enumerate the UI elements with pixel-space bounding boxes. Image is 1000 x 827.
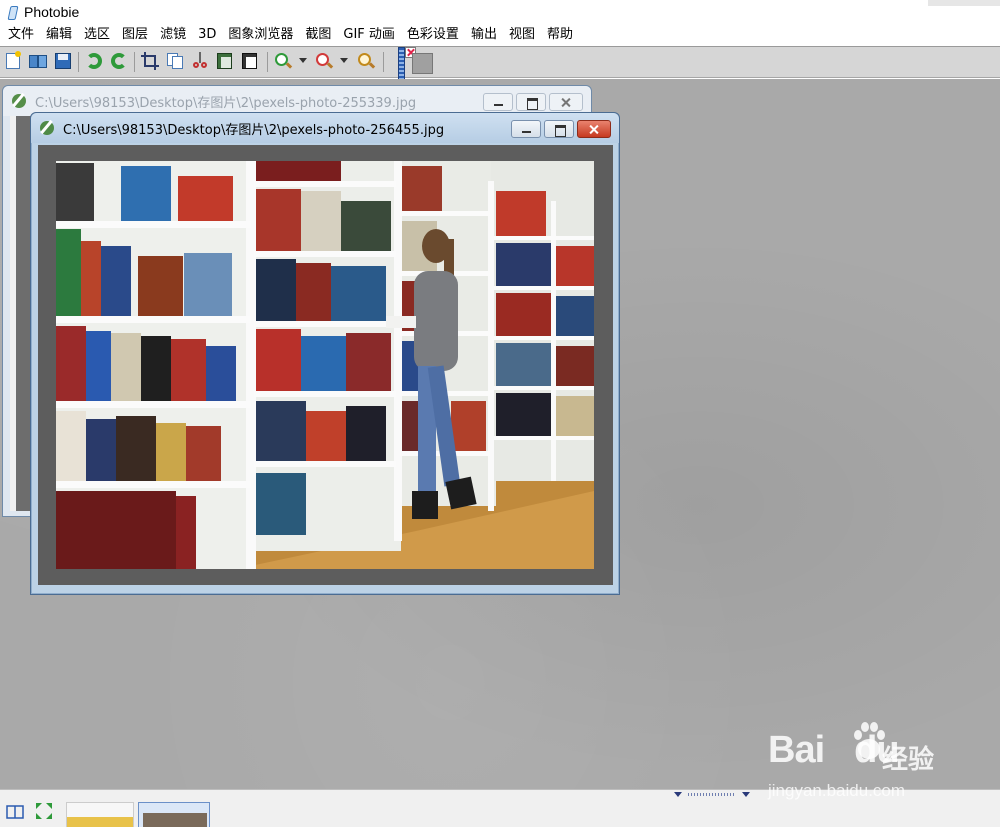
minimize-button[interactable] [511, 120, 541, 138]
menu-output[interactable]: 输出 [465, 24, 503, 46]
minimize-button[interactable] [483, 93, 513, 111]
close-button[interactable] [549, 93, 583, 111]
panel-layout-icon[interactable] [4, 800, 26, 822]
menu-layer[interactable]: 图层 [116, 24, 154, 46]
menu-file[interactable]: 文件 [2, 24, 40, 46]
library-photo-image [56, 161, 594, 569]
photobie-app: Photobie 文件 编辑 选区 图层 滤镜 3D 图象浏览器 截图 GIF … [0, 0, 1000, 827]
menu-screenshot[interactable]: 截图 [299, 24, 337, 46]
menu-help[interactable]: 帮助 [541, 24, 579, 46]
panel-layout-glyph [6, 805, 24, 819]
photobie-logo-icon [6, 5, 18, 19]
paste-icon[interactable] [215, 51, 235, 71]
image-document-icon [11, 92, 29, 110]
menu-selection[interactable]: 选区 [78, 24, 116, 46]
menu-filter[interactable]: 滤镜 [154, 24, 192, 46]
redo-icon[interactable] [109, 51, 129, 71]
paste-new-icon[interactable] [240, 51, 260, 71]
image-window-front[interactable]: C:\Users\98153\Desktop\存图片\2\pexels-phot… [30, 112, 620, 595]
library-photo [56, 161, 594, 569]
maximize-button[interactable] [516, 93, 546, 111]
menu-image-browser[interactable]: 图象浏览器 [222, 24, 299, 46]
splitter-right-arrow-icon [742, 792, 750, 797]
thumbnail-preview [143, 813, 207, 827]
zoom-in-dropdown-icon[interactable] [299, 58, 307, 63]
zoom-out-icon[interactable] [314, 51, 334, 71]
app-title-bar: Photobie [0, 0, 1000, 24]
app-title: Photobie [24, 4, 80, 20]
splitter-left-arrow-icon [674, 792, 682, 797]
splitter-grip [688, 793, 736, 796]
toolbar [0, 46, 1000, 78]
thumbnail-image-2[interactable] [138, 802, 210, 827]
window-title: C:\Users\98153\Desktop\存图片\2\pexels-phot… [35, 95, 417, 111]
close-button[interactable] [577, 120, 611, 138]
image-document-icon [39, 119, 57, 137]
thumbnail-panel [0, 789, 1000, 827]
expand-arrows-icon[interactable] [33, 800, 55, 822]
menu-3d[interactable]: 3D [192, 24, 222, 46]
toolbar-separator [383, 52, 384, 72]
panel-splitter[interactable] [672, 790, 752, 798]
menu-edit[interactable]: 编辑 [40, 24, 78, 46]
zoom-actual-icon[interactable] [356, 51, 376, 71]
expand-arrows-glyph [36, 803, 52, 819]
menu-view[interactable]: 视图 [503, 24, 541, 46]
opacity-slider[interactable] [398, 47, 405, 80]
zoom-in-icon[interactable] [273, 51, 293, 71]
thumbnail-image-1[interactable] [66, 802, 134, 827]
zoom-out-dropdown-icon[interactable] [340, 58, 348, 63]
color-swatch[interactable] [412, 53, 433, 74]
image-edge [10, 116, 16, 511]
save-icon[interactable] [53, 51, 73, 71]
maximize-button[interactable] [544, 120, 574, 138]
window-title: C:\Users\98153\Desktop\存图片\2\pexels-phot… [63, 122, 445, 138]
toolbar-separator [134, 52, 135, 72]
menu-gif-animation[interactable]: GIF 动画 [337, 24, 401, 46]
title-bar-corner [928, 0, 1000, 6]
toolbar-separator [267, 52, 268, 72]
toolbar-separator [78, 52, 79, 72]
copy-icon[interactable] [165, 51, 185, 71]
menu-bar: 文件 编辑 选区 图层 滤镜 3D 图象浏览器 截图 GIF 动画 色彩设置 输… [0, 24, 1000, 46]
crop-icon[interactable] [140, 51, 160, 71]
thumbnail-preview [67, 817, 133, 827]
window-controls [511, 120, 611, 138]
open-book-icon[interactable] [28, 51, 48, 71]
window-controls [483, 93, 583, 111]
new-image-icon[interactable] [3, 51, 23, 71]
undo-icon[interactable] [84, 51, 104, 71]
menu-color-settings[interactable]: 色彩设置 [401, 24, 465, 46]
cut-icon[interactable] [190, 51, 210, 71]
